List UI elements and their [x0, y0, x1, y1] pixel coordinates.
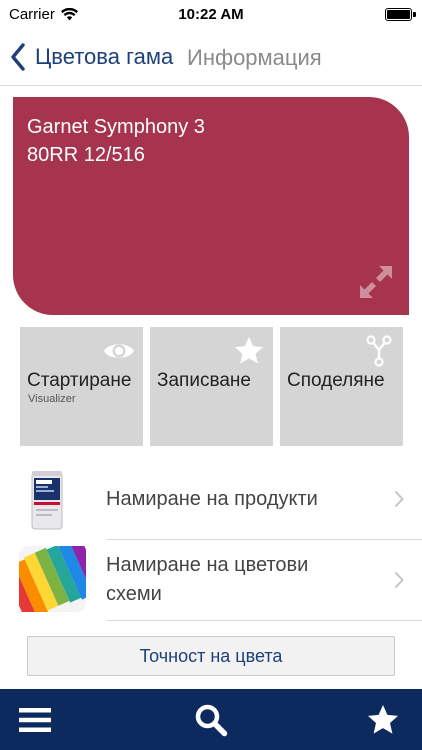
share-icon	[366, 335, 392, 367]
status-time: 10:22 AM	[178, 6, 244, 23]
share-button[interactable]: Споделяне	[280, 327, 403, 446]
page-title: Информация	[187, 45, 322, 70]
find-color-schemes-label: Намиране на цветови схеми	[106, 551, 308, 609]
search-icon[interactable]	[194, 703, 228, 737]
status-bar: Carrier 10:22 AM	[0, 0, 422, 30]
start-visualizer-label: Стартиране	[27, 370, 132, 391]
chevron-left-icon	[11, 43, 25, 71]
navigation-bar: Цветова гама Информация	[0, 30, 422, 86]
back-button-label: Цветова гама	[35, 44, 174, 69]
color-swatch[interactable]: Garnet Symphony 3 80RR 12/516	[13, 97, 409, 315]
row-divider	[106, 620, 422, 621]
save-button[interactable]: Записване	[150, 327, 273, 446]
color-name: Garnet Symphony 3 80RR 12/516	[27, 113, 205, 169]
color-accuracy-button[interactable]: Точност на цвета	[27, 636, 395, 676]
action-tiles: Стартиране Visualizer Записване Споделян…	[20, 327, 403, 446]
color-code: 80RR 12/516	[27, 144, 145, 166]
back-button[interactable]: Цветова гама	[8, 40, 173, 74]
star-icon	[235, 337, 263, 364]
expand-icon[interactable]	[357, 263, 395, 301]
find-color-schemes-label-line2: схеми	[106, 583, 162, 605]
save-label: Записване	[157, 370, 251, 391]
favorites-star-icon[interactable]	[366, 703, 400, 737]
chevron-right-icon	[394, 571, 404, 589]
tab-bar	[0, 689, 422, 750]
battery-tip	[413, 12, 416, 17]
menu-icon[interactable]	[18, 703, 52, 737]
visualizer-sublabel: Visualizer	[28, 393, 76, 405]
eye-icon	[104, 344, 134, 358]
find-color-schemes-row[interactable]: Намиране на цветови схеми	[0, 540, 422, 621]
color-accuracy-label: Точност на цвета	[139, 645, 283, 666]
battery-icon	[385, 8, 412, 21]
find-products-label: Намиране на продукти	[106, 488, 318, 510]
start-visualizer-button[interactable]: Стартиране Visualizer	[20, 327, 143, 446]
find-products-row[interactable]: Намиране на продукти	[0, 459, 422, 540]
color-name-line1: Garnet Symphony 3	[27, 116, 205, 138]
color-swatches-icon	[19, 546, 86, 612]
share-label: Споделяне	[287, 370, 385, 391]
chevron-right-icon	[394, 490, 404, 508]
paint-can-icon	[31, 471, 63, 530]
find-color-schemes-label-line1: Намиране на цветови	[106, 554, 309, 576]
